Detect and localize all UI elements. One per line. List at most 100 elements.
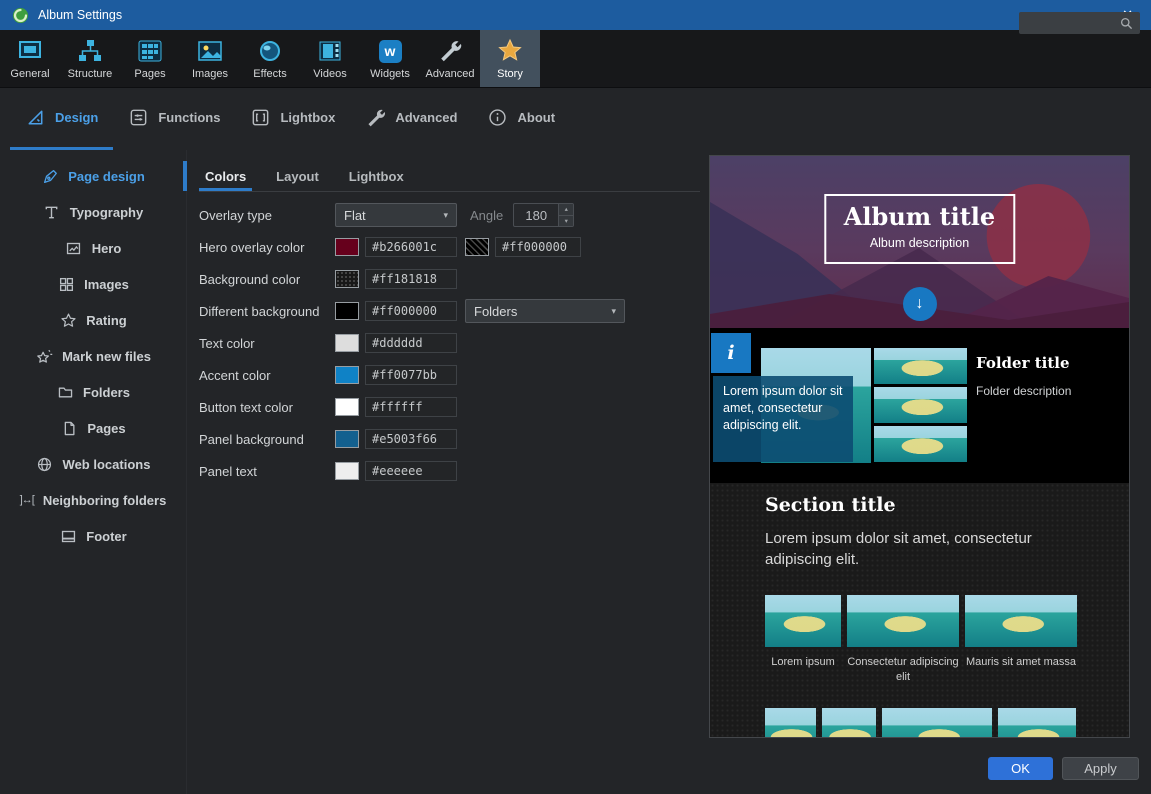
sidebar-item-label: Hero — [92, 241, 122, 256]
angle-input[interactable] — [514, 204, 558, 226]
field-label: Accent color — [199, 368, 335, 383]
sidebar-item-mark-new-files[interactable]: Mark new files — [0, 338, 186, 374]
color-swatch[interactable] — [335, 302, 359, 320]
overlay-type-select[interactable]: Flat ▾ — [335, 203, 457, 227]
hero-overlay-color-row: Hero overlay color — [199, 235, 705, 259]
folder-strip-image[interactable] — [874, 348, 967, 384]
info-icon — [487, 107, 508, 128]
field-label: Button text color — [199, 400, 335, 415]
color-swatch[interactable] — [465, 238, 489, 256]
toolbar-item-widgets[interactable]: w Widgets — [360, 30, 420, 87]
thumbnail[interactable]: Consectetur adipiscing elit — [847, 595, 959, 685]
hex-input[interactable] — [365, 461, 457, 481]
color-swatch[interactable] — [335, 238, 359, 256]
globe-icon — [36, 455, 54, 473]
sparkle-star-icon — [35, 347, 53, 365]
thumbnail-image[interactable] — [882, 708, 992, 738]
sidebar-item-hero[interactable]: Hero — [0, 230, 186, 266]
toolbar-item-advanced[interactable]: Advanced — [420, 30, 480, 87]
tab-advanced[interactable]: Advanced — [350, 88, 472, 150]
toolbar-item-pages[interactable]: Pages — [120, 30, 180, 87]
star-outline-icon — [59, 311, 77, 329]
angle-spinner[interactable]: ▴ ▾ — [513, 203, 574, 227]
typography-icon — [43, 203, 61, 221]
folder-strip-image[interactable] — [874, 387, 967, 423]
hex-input[interactable] — [365, 397, 457, 417]
widgets-icon: w — [376, 37, 404, 65]
spin-down-icon[interactable]: ▾ — [559, 216, 573, 227]
thumbnail-image[interactable] — [965, 595, 1077, 647]
thumbnail-image[interactable] — [765, 595, 841, 647]
tab-label: Advanced — [395, 110, 457, 125]
sidebar-item-label: Neighboring folders — [43, 493, 167, 508]
color-swatch[interactable] — [335, 430, 359, 448]
toolbar-item-general[interactable]: General — [0, 30, 60, 87]
folder-collage[interactable]: Lorem ipsum dolor sit amet, consectetur … — [761, 348, 967, 463]
hex-input[interactable] — [495, 237, 581, 257]
sidebar-item-typography[interactable]: Typography — [0, 194, 186, 230]
spin-up-icon[interactable]: ▴ — [559, 204, 573, 216]
thumbnail[interactable]: Mauris sit amet massa — [965, 595, 1077, 670]
search-input[interactable] — [1026, 16, 1120, 30]
overlay-type-row: Overlay type Flat ▾ Angle ▴ ▾ — [199, 203, 705, 227]
toolbar-item-effects[interactable]: Effects — [240, 30, 300, 87]
toolbar-item-videos[interactable]: Videos — [300, 30, 360, 87]
toolbar-item-label: Images — [192, 68, 228, 80]
toolbar-item-story[interactable]: Story — [480, 30, 540, 87]
hex-input[interactable] — [365, 237, 457, 257]
sidebar-item-neighboring-folders[interactable]: ]↔[ Neighboring folders — [0, 482, 186, 518]
toolbar-item-images[interactable]: Images — [180, 30, 240, 87]
window-title: Album Settings — [38, 8, 122, 22]
sidebar-item-footer[interactable]: Footer — [0, 518, 186, 554]
different-background-select[interactable]: Folders ▾ — [465, 299, 625, 323]
color-swatch[interactable] — [335, 398, 359, 416]
tab-layout[interactable]: Layout — [270, 164, 325, 191]
tab-label: Design — [55, 110, 98, 125]
tab-design[interactable]: Design — [10, 88, 113, 150]
spinner-buttons[interactable]: ▴ ▾ — [558, 204, 573, 226]
hex-input[interactable] — [365, 333, 457, 353]
pen-icon — [41, 167, 59, 185]
thumbnail-image[interactable] — [765, 708, 816, 738]
scroll-down-button[interactable]: ↓ — [903, 287, 937, 321]
sidebar-item-rating[interactable]: Rating — [0, 302, 186, 338]
page-design-tabs: Colors Layout Lightbox — [199, 164, 700, 192]
tab-colors[interactable]: Colors — [199, 164, 252, 191]
thumbnail-image[interactable] — [847, 595, 959, 647]
color-swatch[interactable] — [335, 334, 359, 352]
search-icon — [1120, 17, 1133, 30]
hex-input[interactable] — [365, 429, 457, 449]
apply-button[interactable]: Apply — [1062, 757, 1139, 780]
thumbnail-image[interactable] — [822, 708, 876, 738]
hero-image-icon — [65, 239, 83, 257]
color-swatch[interactable] — [335, 366, 359, 384]
document-icon — [60, 419, 78, 437]
info-badge[interactable]: i — [711, 333, 751, 373]
hex-input[interactable] — [365, 269, 457, 289]
toolbar-item-structure[interactable]: Structure — [60, 30, 120, 87]
sidebar-item-web-locations[interactable]: Web locations — [0, 446, 186, 482]
search-box[interactable] — [1019, 12, 1140, 34]
thumbnail[interactable]: Lorem ipsum — [765, 595, 841, 670]
toolbar-item-label: Structure — [68, 68, 113, 80]
hex-input[interactable] — [365, 365, 457, 385]
select-value: Folders — [474, 304, 517, 319]
preview-folder-section: i Lorem ipsum dolor sit amet, consectetu… — [710, 328, 1129, 483]
tab-lightbox[interactable]: Lightbox — [235, 88, 350, 150]
different-background-row: Different background Folders ▾ — [199, 299, 705, 323]
toolbar-item-label: Advanced — [426, 68, 475, 80]
tab-functions[interactable]: Functions — [113, 88, 235, 150]
sidebar-item-page-design[interactable]: Page design — [0, 158, 186, 194]
sidebar-item-images[interactable]: Images — [0, 266, 186, 302]
sidebar-item-pages[interactable]: Pages — [0, 410, 186, 446]
folder-strip-image[interactable] — [874, 426, 967, 462]
app-logo-icon — [12, 7, 29, 24]
thumbnail-image[interactable] — [998, 708, 1076, 738]
color-swatch[interactable] — [335, 270, 359, 288]
color-swatch[interactable] — [335, 462, 359, 480]
ok-button[interactable]: OK — [988, 757, 1053, 780]
tab-about[interactable]: About — [472, 88, 570, 150]
hex-input[interactable] — [365, 301, 457, 321]
tab-lightbox-settings[interactable]: Lightbox — [343, 164, 410, 191]
sidebar-item-folders[interactable]: Folders — [0, 374, 186, 410]
